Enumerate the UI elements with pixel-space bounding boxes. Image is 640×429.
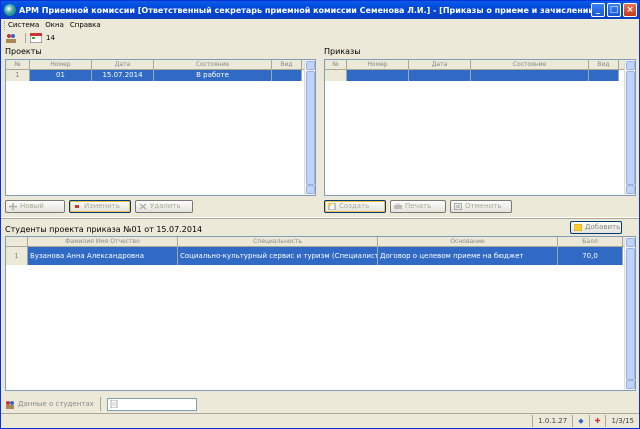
add-icon — [574, 224, 582, 231]
scroll-up-arrow[interactable] — [306, 61, 315, 70]
cancel-icon — [454, 203, 462, 210]
menu-windows[interactable]: Окна — [45, 21, 64, 29]
menu-help[interactable]: Справка — [70, 21, 101, 29]
version-status: 1.0.1.27 — [532, 415, 572, 427]
students-label: Студенты проекта приказа №01 от 15.07.20… — [5, 225, 203, 234]
students-scrollbar[interactable] — [624, 237, 635, 390]
students-grid[interactable]: Фамилия Имя Отчество Специальность Основ… — [5, 236, 636, 391]
delete-icon — [139, 203, 147, 210]
horizontal-splitter[interactable] — [1, 217, 639, 219]
menu-bar: Система Окна Справка — [1, 19, 639, 31]
delete-project-button[interactable]: Удалить — [135, 200, 193, 213]
scroll-up-arrow[interactable] — [626, 238, 635, 247]
tab-students[interactable]: Данные о студентах — [1, 397, 101, 411]
close-button[interactable]: × — [623, 3, 637, 17]
document-icon — [110, 400, 118, 408]
projects-grid-header: № Номер Дата Состояние Вид — [6, 60, 315, 70]
printer-icon — [394, 203, 402, 209]
users-icon — [6, 400, 14, 409]
toolbar-counter: 14 — [46, 34, 55, 42]
maximize-button[interactable]: □ — [607, 3, 621, 17]
orders-label: Приказы — [324, 47, 361, 56]
scroll-down-arrow[interactable] — [626, 185, 635, 194]
pencil-icon — [75, 205, 79, 208]
orders-scrollbar[interactable] — [624, 60, 635, 195]
scroll-thumb[interactable] — [306, 71, 315, 185]
new-project-button[interactable]: Новый — [5, 200, 65, 213]
bottom-tabstrip: Данные о студентах — [1, 395, 639, 413]
edit-project-button[interactable]: Изменить — [69, 200, 131, 213]
toolbar: 14 — [1, 31, 639, 45]
quick-search-field[interactable] — [106, 397, 197, 411]
create-order-button[interactable]: Создать — [324, 200, 386, 213]
scroll-up-arrow[interactable] — [626, 61, 635, 70]
network-icon: ◆ — [572, 415, 588, 427]
title-bar[interactable]: АРМ Приемной комиссии [Ответственный сек… — [1, 1, 639, 19]
connection-icon: ✚ — [588, 415, 606, 427]
page-status: 1/3/15 — [605, 415, 639, 427]
table-row[interactable]: 1 01 15.07.2014 В работе — [6, 70, 315, 81]
cancel-order-button[interactable]: Отменить — [450, 200, 512, 213]
menu-grip — [4, 20, 6, 30]
menu-system[interactable]: Система — [8, 21, 39, 29]
scroll-thumb[interactable] — [626, 248, 635, 380]
print-order-button[interactable]: Печать — [390, 200, 446, 213]
projects-grid[interactable]: № Номер Дата Состояние Вид 1 01 15.07.20… — [5, 59, 316, 196]
orders-grid-header: № Номер Дата Состояние Вид — [325, 60, 635, 70]
scroll-down-arrow[interactable] — [306, 185, 315, 194]
document-new-icon — [328, 203, 336, 210]
projects-label: Проекты — [5, 47, 42, 56]
scroll-thumb[interactable] — [626, 71, 635, 185]
window-title: АРМ Приемной комиссии [Ответственный сек… — [19, 5, 591, 15]
table-row[interactable] — [325, 70, 635, 81]
app-icon — [4, 4, 16, 16]
projects-scrollbar[interactable] — [304, 60, 315, 195]
plus-icon — [9, 203, 17, 210]
students-grid-header: Фамилия Имя Отчество Специальность Основ… — [6, 237, 635, 247]
scroll-down-arrow[interactable] — [626, 380, 635, 389]
users-icon[interactable] — [5, 33, 17, 43]
table-row[interactable]: 1 Бузанова Анна Александровна Социально-… — [6, 247, 635, 265]
main-window: АРМ Приемной комиссии [Ответственный сек… — [0, 0, 640, 429]
minimize-button[interactable]: _ — [591, 3, 605, 17]
orders-grid[interactable]: № Номер Дата Состояние Вид — [324, 59, 636, 196]
add-student-button[interactable]: Добавить — [570, 221, 622, 234]
status-bar: 1.0.1.27 ◆ ✚ 1/3/15 — [1, 413, 639, 428]
calendar-icon[interactable] — [30, 33, 42, 43]
